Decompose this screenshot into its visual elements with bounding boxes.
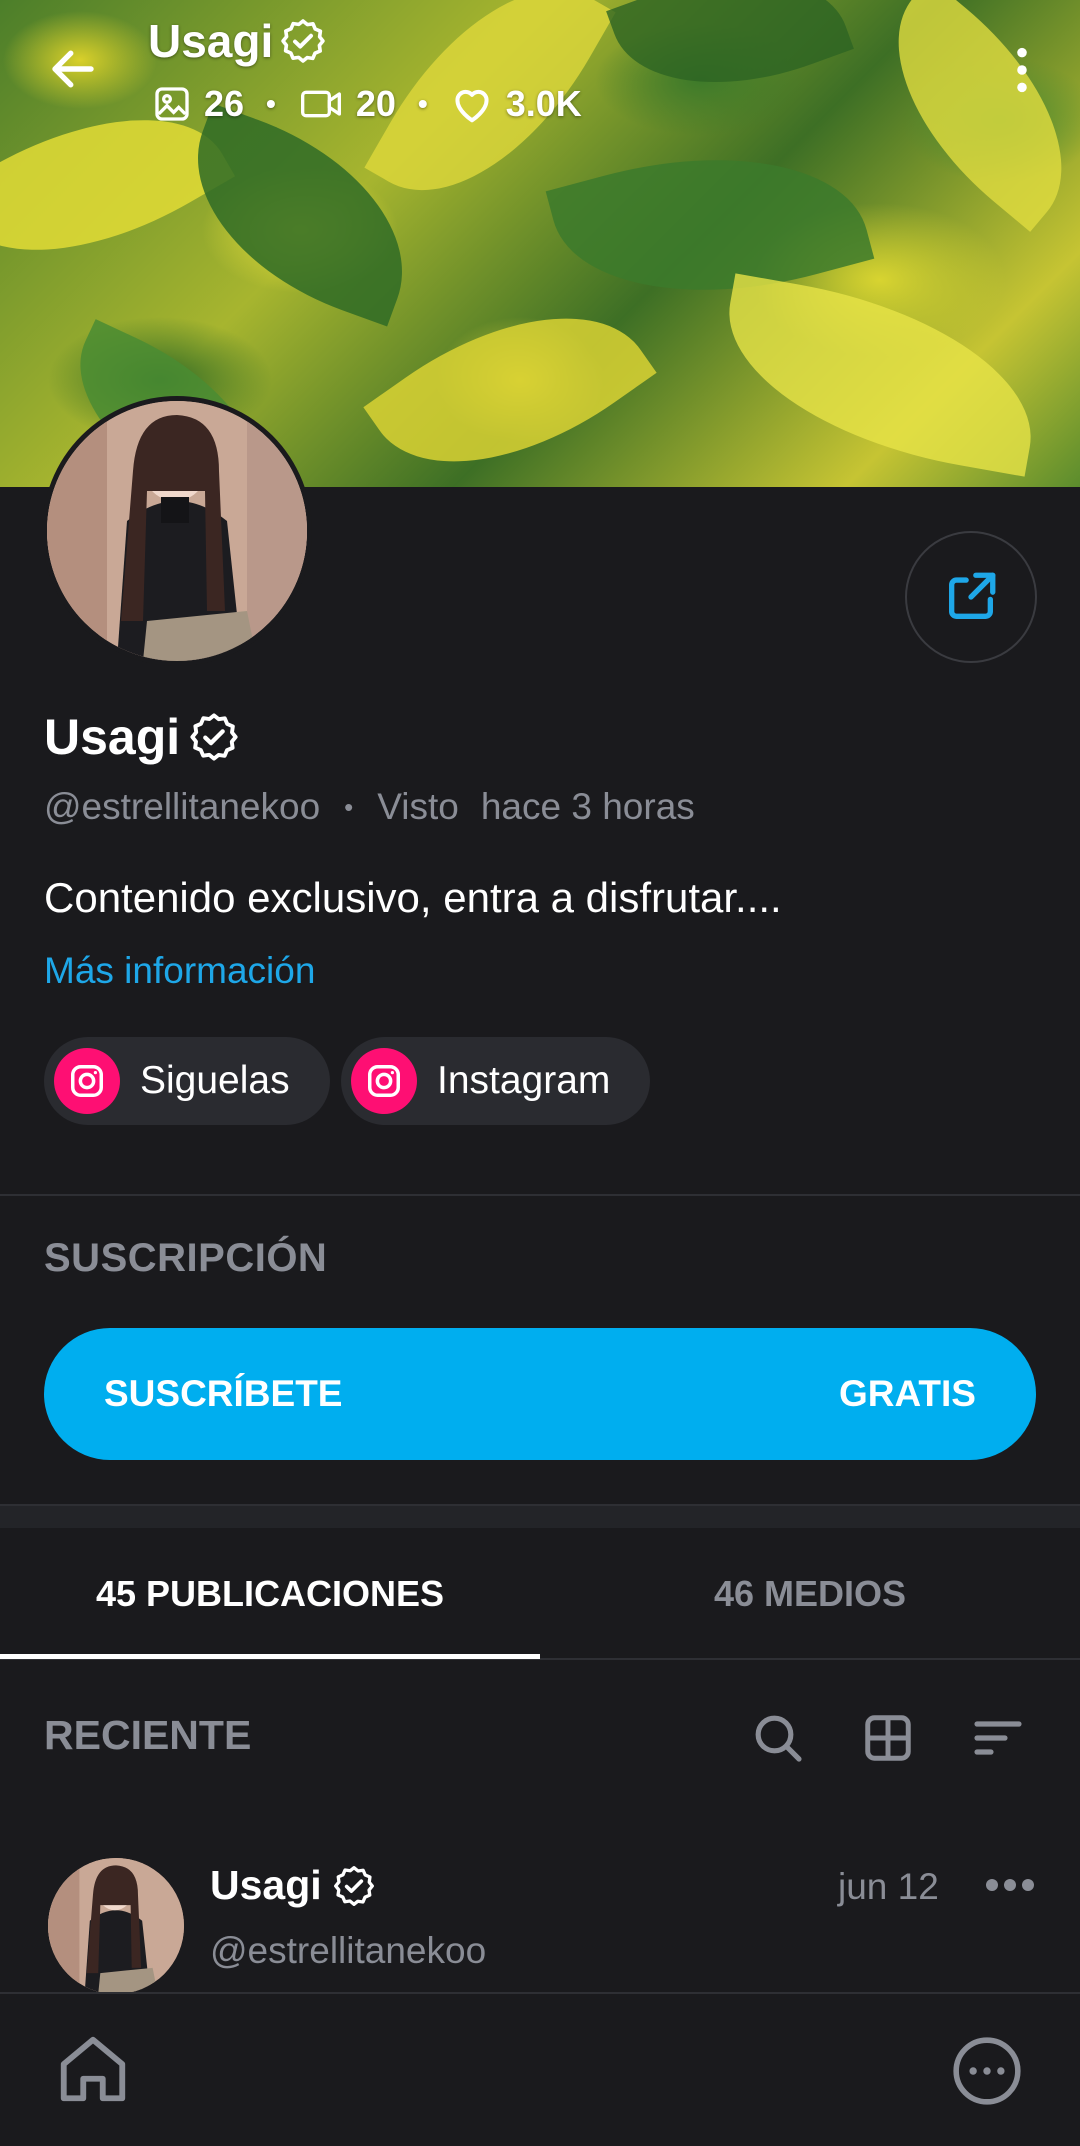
separator-dot: •: [266, 88, 276, 119]
video-icon: [300, 90, 341, 118]
heart-icon: [455, 89, 489, 123]
social-link-label: Siguelas: [140, 1059, 290, 1102]
separator-dot: •: [344, 791, 354, 822]
more-info-link[interactable]: Más información: [44, 950, 315, 992]
social-link-siguelas[interactable]: Siguelas: [44, 1037, 330, 1125]
more-options-button[interactable]: [1000, 44, 1044, 96]
like-count: 3.0K: [450, 83, 582, 125]
avatar-image: [48, 1858, 184, 1994]
profile-name-text: Usagi: [44, 709, 181, 765]
header-title: Usagi: [148, 14, 327, 68]
instagram-icon: [54, 1048, 120, 1114]
more-menu-button[interactable]: [950, 2034, 1024, 2113]
video-count: 20: [298, 83, 396, 125]
video-count-value: 20: [355, 83, 396, 124]
verified-badge-icon: [190, 713, 238, 761]
share-button[interactable]: [905, 531, 1037, 663]
post-author-avatar[interactable]: [48, 1858, 184, 1994]
photo-count: 26: [152, 83, 244, 125]
profile-bio: Contenido exclusivo, entra a disfrutar..…: [44, 874, 782, 921]
post-author-handle[interactable]: @estrellitanekoo: [210, 1930, 486, 1972]
profile-avatar[interactable]: [42, 396, 312, 666]
subscribe-button[interactable]: SUSCRÍBETE GRATIS: [44, 1328, 1036, 1460]
header-name: Usagi: [148, 15, 274, 67]
search-icon: [755, 1715, 802, 1762]
post-author-name[interactable]: Usagi: [210, 1862, 376, 1909]
verified-badge-icon: [333, 1865, 374, 1906]
instagram-icon: [351, 1048, 417, 1114]
section-separator: [0, 1506, 1080, 1528]
grid-icon: [865, 1715, 911, 1761]
back-button[interactable]: [46, 42, 100, 96]
subscription-title: SUSCRIPCIÓN: [44, 1236, 328, 1280]
active-tab-indicator: [0, 1654, 540, 1659]
subscribe-button-label: SUSCRÍBETE: [104, 1373, 343, 1414]
search-button[interactable]: [746, 1706, 810, 1770]
subscription-price: GRATIS: [838, 1373, 976, 1414]
bottom-navigation: [0, 1992, 1080, 2146]
home-icon: [60, 2036, 126, 2102]
share-icon: [949, 572, 996, 619]
avatar-image: [47, 401, 307, 661]
verified-badge-icon: [281, 19, 326, 63]
social-link-instagram[interactable]: Instagram: [341, 1037, 651, 1125]
post-more-button[interactable]: [984, 1872, 1036, 1903]
last-seen-label: Visto: [377, 786, 459, 827]
home-button[interactable]: [54, 2030, 132, 2113]
separator-dot: •: [417, 88, 428, 119]
sort-label[interactable]: RECIENTE: [44, 1712, 251, 1759]
profile-meta: @estrellitanekoo • Visto hace 3 horas: [44, 786, 695, 828]
post-date: jun 12: [838, 1866, 939, 1907]
image-icon: [155, 87, 189, 121]
last-seen-time: hace 3 horas: [480, 786, 695, 827]
tab-publicaciones[interactable]: 45 PUBLICACIONES: [0, 1530, 540, 1658]
tab-medios[interactable]: 46 MEDIOS: [540, 1530, 1080, 1658]
arrow-left-icon: [52, 50, 94, 88]
like-count-value: 3.0K: [505, 83, 582, 124]
more-vertical-icon: [1017, 47, 1027, 93]
sort-button[interactable]: [966, 1706, 1030, 1770]
social-link-label: Instagram: [437, 1059, 611, 1102]
more-circle-icon: [953, 2037, 1021, 2105]
more-horizontal-icon: [986, 1879, 1034, 1891]
grid-view-button[interactable]: [856, 1706, 920, 1770]
post-author-name-text: Usagi: [210, 1862, 322, 1908]
profile-handle: @estrellitanekoo: [44, 786, 321, 827]
photo-count-value: 26: [204, 83, 245, 124]
divider: [0, 1194, 1080, 1196]
header-stats: 26 • 20 • 3.0K: [152, 80, 582, 128]
sort-icon: [974, 1721, 1022, 1755]
profile-name: Usagi: [44, 708, 240, 766]
